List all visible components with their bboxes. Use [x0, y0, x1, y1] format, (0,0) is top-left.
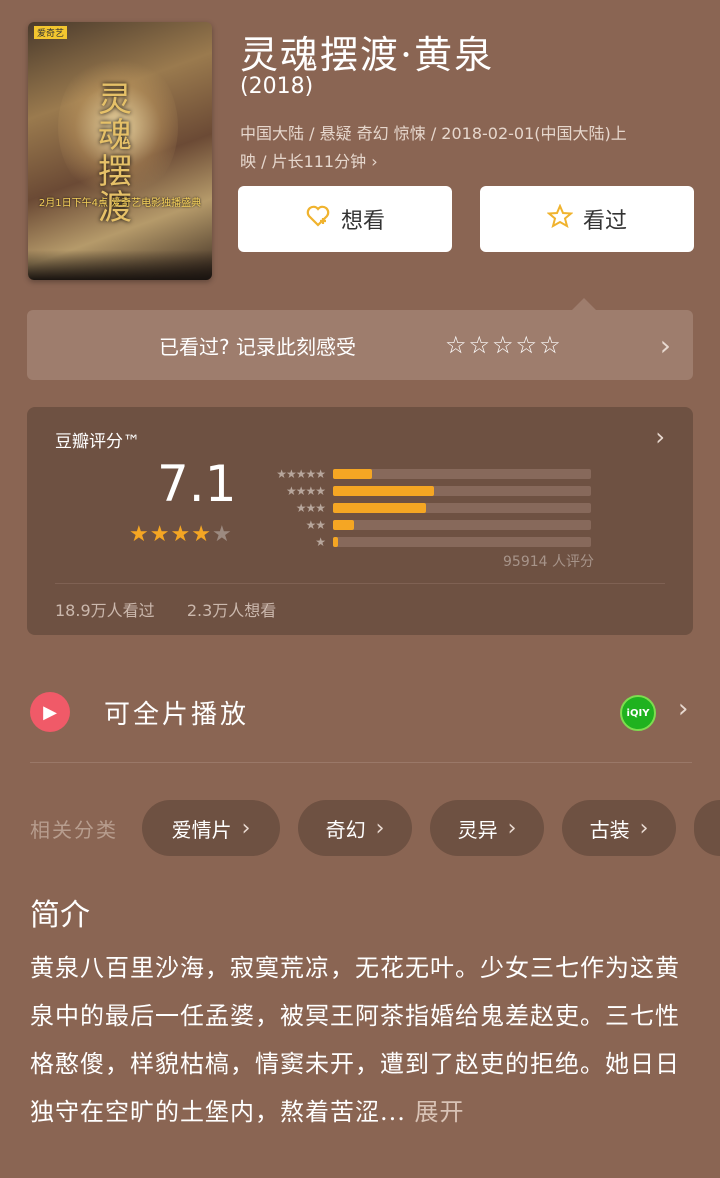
rating-row-stars: ★★★: [295, 500, 326, 515]
rating-row-track: [333, 536, 591, 547]
rating-row: ★★★★★: [259, 465, 594, 482]
rating-distribution: ★★★★★ ★★★★ ★★★ ★★ ★: [259, 465, 594, 550]
watched-label: 看过: [582, 209, 627, 234]
play-icon: ▶: [30, 692, 70, 732]
play-label: 可全片播放: [104, 700, 250, 730]
category-label: 爱情片: [171, 817, 232, 842]
score-label: 豆瓣评分™: [55, 432, 140, 452]
rating-row-track: [333, 502, 591, 513]
star-icon: ★: [149, 522, 171, 547]
score-stars: ★★★★★: [129, 522, 233, 547]
rating-row-stars: ★★: [305, 517, 326, 532]
chevron-right-icon: ›: [507, 815, 517, 841]
douban-score-card[interactable]: 豆瓣评分™ › 7.1 ★★★★★ ★★★★★ ★★★★ ★★★ ★★ ★ 95914 …: [27, 407, 693, 635]
chevron-right-icon: ›: [678, 694, 689, 724]
category-chip[interactable]: 奇幻 ›: [298, 800, 412, 856]
star-icon: ★: [211, 522, 233, 547]
watched-button[interactable]: 看过: [480, 186, 694, 252]
want-to-watch-label: 想看: [340, 209, 385, 234]
category-chip-overflow[interactable]: [694, 800, 720, 856]
poster-date: 2月1日下午4点 爱奇艺电影独播盛典: [38, 198, 202, 209]
star-icon: ★: [191, 522, 212, 547]
movie-poster[interactable]: 爱奇艺 灵魂摆渡 2月1日下午4点 爱奇艺电影独播盛典: [28, 22, 212, 280]
movie-year: (2018): [240, 74, 314, 99]
category-label: 奇幻: [325, 817, 366, 842]
chevron-right-icon: ›: [639, 815, 649, 841]
movie-title: 灵魂摆渡·黄泉: [240, 33, 495, 77]
rating-row-track: [333, 485, 591, 496]
poster-logo: 爱奇艺: [34, 26, 68, 39]
intro-heading: 简介: [30, 898, 90, 933]
chevron-right-icon: ›: [655, 423, 665, 451]
expand-link[interactable]: 展开: [406, 1098, 465, 1126]
rating-row-fill: [333, 519, 354, 530]
rate-prompt-text: 已看过? 记录此刻感受: [159, 334, 356, 359]
movie-meta-line1: 中国大陆 / 悬疑 奇幻 惊悚 / 2018-02-01(中国大陆)上: [240, 124, 627, 143]
star-icon: [546, 203, 574, 234]
category-chip[interactable]: 灵异 ›: [430, 800, 544, 856]
play-row[interactable]: ▶ 可全片播放 iQIY ›: [0, 680, 720, 750]
poster-bottom-shade: [28, 250, 212, 280]
movie-meta-line2: 映 / 片长111分钟 ›: [240, 152, 378, 171]
want-count: 2.3万人想看: [186, 601, 277, 620]
want-to-watch-button[interactable]: 想看: [238, 186, 452, 252]
category-chip[interactable]: 古装 ›: [562, 800, 676, 856]
watch-stats: 18.9万人看过 2.3万人想看: [55, 597, 276, 621]
rating-row-track: [333, 519, 591, 530]
heart-plus-icon: [305, 204, 331, 234]
chevron-right-icon: ›: [659, 328, 671, 362]
rating-row-fill: [333, 485, 434, 496]
category-chip[interactable]: 爱情片 ›: [142, 800, 280, 856]
rating-count: 95914 人评分: [503, 554, 594, 570]
star-icon: ★: [170, 522, 192, 547]
rating-row-stars: ★★★★: [285, 483, 326, 498]
category-label: 灵异: [457, 817, 498, 842]
categories-label: 相关分类: [30, 818, 118, 842]
pointer-arrow: [572, 298, 596, 310]
rating-row-fill: [333, 502, 426, 513]
rate-prompt-stars[interactable]: ☆☆☆☆☆: [445, 331, 563, 359]
divider: [30, 762, 692, 763]
rating-row-track: [333, 468, 591, 479]
divider: [55, 583, 665, 584]
rating-row-fill: [333, 536, 339, 547]
rating-row-stars: ★: [315, 534, 326, 549]
rating-row: ★: [259, 533, 594, 550]
intro-text: 黄泉八百里沙海，寂寞荒凉，无花无叶。少女三七作为这黄泉中的最后一任孟婆，被冥王阿…: [30, 944, 690, 1136]
rate-prompt-bar[interactable]: 已看过? 记录此刻感受 ☆☆☆☆☆ ›: [27, 310, 693, 380]
chevron-right-icon: ›: [375, 815, 385, 841]
rating-row: ★★★★: [259, 482, 594, 499]
iqiyi-logo-icon: iQIY: [620, 695, 656, 731]
star-icon: ★: [129, 522, 150, 547]
rating-row: ★★★: [259, 499, 594, 516]
rating-row-stars: ★★★★★: [276, 466, 326, 481]
intro-body: 黄泉八百里沙海，寂寞荒凉，无花无叶。少女三七作为这黄泉中的最后一任孟婆，被冥王阿…: [30, 954, 680, 1126]
rating-row: ★★: [259, 516, 594, 533]
seen-count: 18.9万人看过: [55, 601, 155, 620]
score-value: 7.1: [157, 455, 237, 513]
rating-row-fill: [333, 468, 372, 479]
category-label: 古装: [589, 817, 630, 842]
movie-meta[interactable]: 中国大陆 / 悬疑 奇幻 惊悚 / 2018-02-01(中国大陆)上 映 / …: [240, 120, 700, 176]
chevron-right-icon: ›: [241, 815, 251, 841]
